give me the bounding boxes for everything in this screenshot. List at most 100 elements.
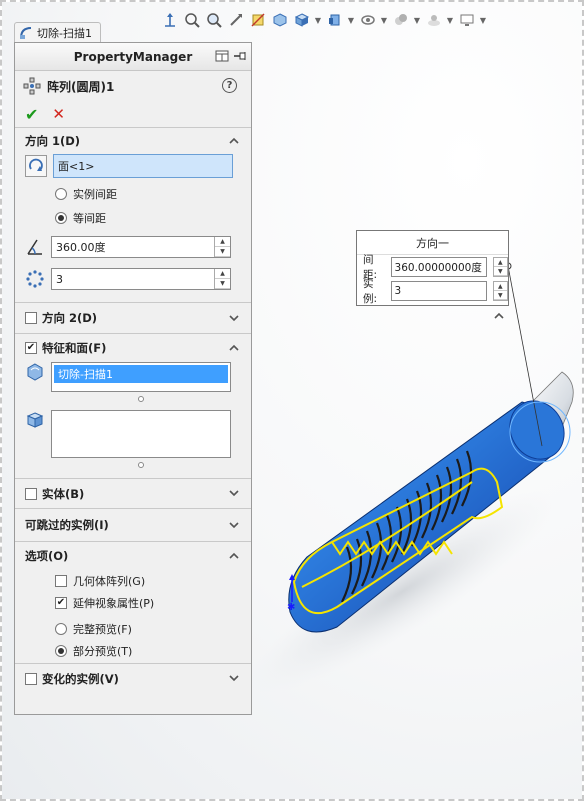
propagate-visual-label: 延伸视象属性(P) (73, 597, 155, 610)
faces-listbox[interactable] (51, 410, 231, 458)
callout-instances-row: 实例: 3 ▲ ▼ (357, 278, 508, 305)
view-settings-icon[interactable] (457, 11, 476, 30)
pattern-axis-field[interactable]: 面<1> (53, 154, 233, 178)
geometry-pattern-option[interactable]: 几何体阵列(G) (15, 570, 251, 592)
callout-instances-input[interactable]: 3 (390, 281, 487, 301)
direction2-checkbox[interactable] (25, 312, 37, 324)
hide-show-items-icon[interactable] (358, 11, 377, 30)
expand-down-icon[interactable] (227, 518, 241, 532)
radio-equal-spacing-label: 等间距 (73, 212, 106, 225)
dynamic-annotation-icon[interactable] (270, 11, 289, 30)
panel-layout-icon[interactable] (215, 49, 229, 63)
zoom-area-icon[interactable] (204, 11, 223, 30)
faces-row (15, 410, 251, 468)
angle-row: 360.00度 ▲ ▼ (15, 236, 251, 258)
features-faces-title: 特征和面(F) (42, 341, 107, 355)
geometry-pattern-label: 几何体阵列(G) (73, 575, 146, 588)
display-style-dropdown-icon[interactable]: ▼ (347, 11, 355, 30)
document-tab-label: 切除-扫描1 (37, 26, 92, 40)
propagate-visual-option[interactable]: ✔ 延伸视象属性(P) (15, 592, 251, 614)
faces-to-pattern-icon (26, 412, 44, 428)
callout-collapse-icon[interactable] (492, 310, 506, 320)
instance-count-input[interactable]: 3 ▲ ▼ (51, 268, 231, 290)
full-preview-label: 完整预览(F) (73, 623, 132, 636)
reverse-direction-icon[interactable] (25, 155, 47, 177)
pin-icon[interactable] (233, 49, 247, 63)
bodies-checkbox[interactable] (25, 487, 37, 500)
options-header[interactable]: 选项(O) (15, 542, 251, 570)
radio-equal-spacing-button[interactable] (55, 212, 67, 224)
direction1-section: 方向 1(D) 面<1> 实例间距 等间距 360.00度 ▲ ▼ 3 ▲ ▼ (15, 127, 251, 302)
angle-input[interactable]: 360.00度 ▲ ▼ (51, 236, 231, 258)
bodies-header[interactable]: 实体(B) (15, 479, 251, 508)
view-settings-dropdown-icon[interactable]: ▼ (479, 11, 487, 30)
view-orientation-dropdown-icon[interactable]: ▼ (314, 11, 322, 30)
varied-instances-checkbox[interactable] (25, 672, 37, 685)
callout-instances-label: 实例: (363, 278, 378, 305)
display-style-icon[interactable] (325, 11, 344, 30)
skip-instances-header[interactable]: 可跳过的实例(I) (15, 509, 251, 541)
direction1-header[interactable]: 方向 1(D) (15, 128, 251, 154)
hide-show-dropdown-icon[interactable]: ▼ (380, 11, 388, 30)
collapse-up-icon[interactable] (227, 549, 241, 563)
callout-spacing-input[interactable]: 360.00000000度 (390, 257, 487, 277)
features-listbox[interactable]: 切除-扫描1 (51, 362, 231, 392)
previous-view-icon[interactable] (226, 11, 245, 30)
options-title: 选项(O) (25, 549, 69, 563)
varied-instances-section: 变化的实例(V) (15, 663, 251, 693)
varied-instances-title: 变化的实例(V) (42, 671, 119, 686)
listbox-resize-handle[interactable] (138, 396, 144, 402)
callout-instances-spinner[interactable]: ▲ ▼ (492, 281, 508, 301)
radio-instance-spacing[interactable]: 实例间距 (15, 186, 251, 202)
cancel-icon[interactable]: ✕ (52, 105, 65, 123)
svg-text:✱: ✱ (287, 602, 295, 613)
apply-scene-icon[interactable] (424, 11, 443, 30)
section-view-icon[interactable] (248, 11, 267, 30)
apply-scene-dropdown-icon[interactable]: ▼ (446, 11, 454, 30)
features-faces-header[interactable]: ✔ 特征和面(F) (15, 334, 251, 362)
zoom-to-fit-icon[interactable] (182, 11, 201, 30)
options-section: 选项(O) 几何体阵列(G) ✔ 延伸视象属性(P) 完整预览(F) 部分预览(… (15, 541, 251, 663)
listbox-resize-handle[interactable] (138, 462, 144, 468)
property-manager-header: PropertyManager (15, 43, 251, 71)
expand-down-icon[interactable] (227, 311, 241, 325)
angle-icon (27, 239, 42, 255)
count-spinner[interactable]: ▲ ▼ (214, 269, 230, 289)
axis-row: 面<1> (15, 154, 251, 178)
partial-preview-label: 部分预览(T) (73, 645, 133, 658)
edit-appearance-dropdown-icon[interactable]: ▼ (413, 11, 421, 30)
bodies-title: 实体(B) (42, 486, 85, 501)
document-tab[interactable]: 切除-扫描1 (14, 22, 101, 42)
direction-callout[interactable]: 方向一 间距: 360.00000000度 ▲ ▼ 实例: 3 ▲ ▼ (356, 230, 509, 306)
help-icon[interactable]: ? (222, 78, 237, 93)
full-preview-radio[interactable] (55, 623, 67, 635)
angle-value: 360.00度 (56, 241, 106, 254)
property-manager-panel: PropertyManager 阵列(圆周)1 ? ✔ ✕ 方向 1(D) 面<… (14, 42, 252, 715)
features-faces-checkbox[interactable]: ✔ (25, 342, 37, 354)
skip-instances-section: 可跳过的实例(I) (15, 508, 251, 541)
graphics-area[interactable]: ✱ 切除-扫描1 ▼ ▼ ▼ ▼ ▼ ▼ PropertyManager 阵列(… (2, 2, 582, 799)
geometry-pattern-checkbox[interactable] (55, 575, 67, 587)
radio-instance-spacing-button[interactable] (55, 188, 67, 200)
propagate-visual-checkbox[interactable]: ✔ (55, 597, 67, 609)
collapse-up-icon[interactable] (227, 341, 241, 355)
collapse-up-icon[interactable] (227, 134, 241, 148)
angle-spinner[interactable]: ▲ ▼ (214, 237, 230, 257)
ok-icon[interactable]: ✔ (25, 105, 38, 124)
direction1-title: 方向 1(D) (25, 134, 81, 148)
full-preview-option[interactable]: 完整预览(F) (15, 618, 251, 640)
edit-appearance-icon[interactable] (391, 11, 410, 30)
expand-down-icon[interactable] (227, 671, 241, 685)
expand-down-icon[interactable] (227, 486, 241, 500)
features-list-item[interactable]: 切除-扫描1 (54, 365, 228, 383)
partial-preview-radio[interactable] (55, 645, 67, 657)
partial-preview-option[interactable]: 部分预览(T) (15, 640, 251, 662)
view-orientation-icon[interactable] (292, 11, 311, 30)
callout-spacing-spinner[interactable]: ▲ ▼ (492, 257, 508, 277)
callout-spacing-value: 360.00000000度 (394, 261, 482, 274)
direction2-header[interactable]: 方向 2(D) (15, 303, 251, 333)
normal-to-icon[interactable] (160, 11, 179, 30)
radio-instance-spacing-label: 实例间距 (73, 188, 117, 201)
varied-instances-header[interactable]: 变化的实例(V) (15, 664, 251, 693)
radio-equal-spacing[interactable]: 等间距 (15, 210, 251, 226)
